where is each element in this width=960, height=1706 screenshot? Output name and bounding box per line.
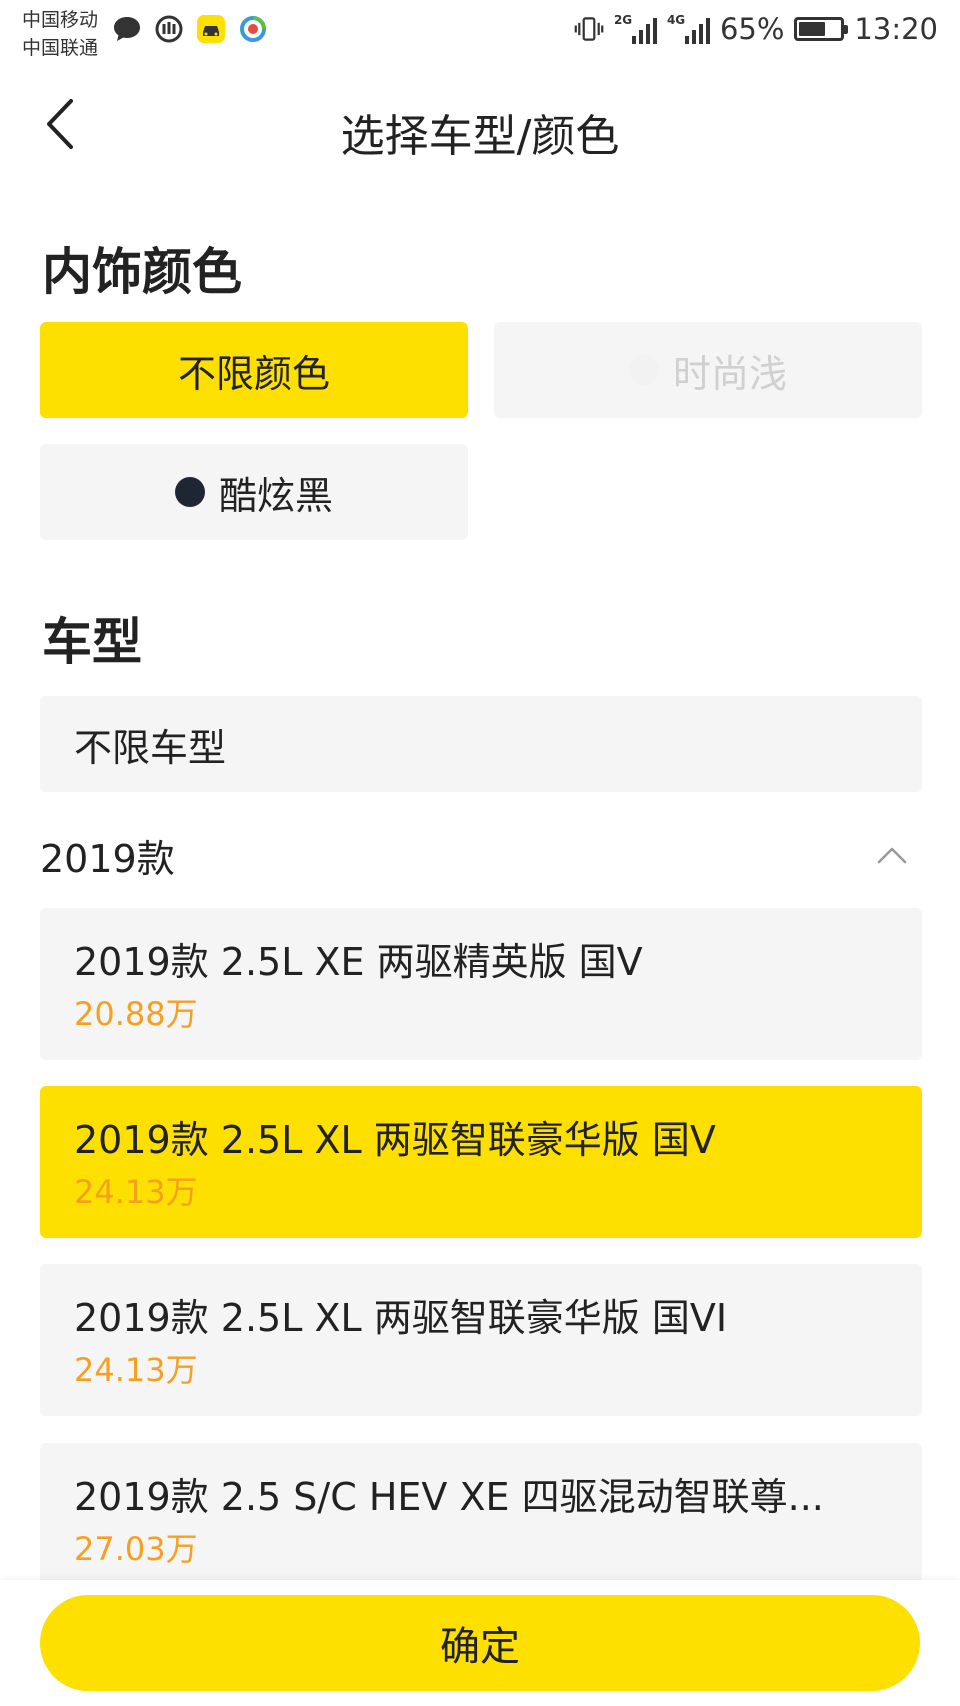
color-option-cool-black[interactable]: 酷炫黑 bbox=[40, 444, 468, 540]
battery-icon bbox=[794, 17, 849, 41]
color-swatch bbox=[628, 355, 659, 385]
nav-bar: 选择车型/颜色 bbox=[0, 80, 960, 170]
clock: 13:20 bbox=[854, 12, 938, 46]
notification-icons bbox=[112, 14, 268, 44]
battery-percent: 65% bbox=[719, 12, 785, 46]
model-section-title: 车型 bbox=[42, 613, 142, 671]
model-item[interactable]: 2019款 2.5L XE 两驱精英版 国V 20.88万 bbox=[40, 908, 922, 1060]
year-group-label: 2019款 bbox=[40, 836, 175, 881]
model-name: 2019款 2.5L XL 两驱智联豪华版 国VI bbox=[74, 1296, 728, 1340]
camera-app-icon bbox=[238, 14, 268, 44]
model-item[interactable]: 2019款 2.5L XL 两驱智联豪华版 国VI 24.13万 bbox=[40, 1264, 922, 1416]
car-app-icon bbox=[196, 14, 226, 44]
model-name: 2019款 2.5L XE 两驱精英版 国V bbox=[74, 940, 643, 984]
shield-app-icon bbox=[154, 14, 184, 44]
signal-2g-icon: 2G bbox=[614, 14, 657, 44]
color-option-any[interactable]: 不限颜色 bbox=[40, 322, 468, 418]
model-price: 24.13万 bbox=[74, 1351, 198, 1389]
color-option-fashion-light[interactable]: 时尚浅 bbox=[494, 322, 922, 418]
message-icon bbox=[112, 14, 142, 44]
color-option-label: 不限颜色 bbox=[177, 351, 330, 396]
color-option-label: 酷炫黑 bbox=[218, 473, 333, 518]
chevron-up-icon bbox=[874, 837, 910, 873]
model-item[interactable]: 2019款 2.5 S/C HEV XE 四驱混动智联尊... 27.03万 bbox=[40, 1443, 922, 1595]
system-status: 2G 4G 65% 13:20 bbox=[574, 12, 938, 46]
model-option-any-label: 不限车型 bbox=[74, 725, 227, 770]
color-swatch bbox=[174, 477, 205, 507]
page-title: 选择车型/颜色 bbox=[340, 111, 620, 162]
model-price: 24.13万 bbox=[74, 1173, 198, 1211]
model-name: 2019款 2.5 S/C HEV XE 四驱混动智联尊... bbox=[74, 1475, 824, 1519]
model-item[interactable]: 2019款 2.5L XL 两驱智联豪华版 国V 24.13万 bbox=[40, 1086, 922, 1238]
status-bar: 中国移动 中国联通 2G 4G 65% 13:20 bbox=[0, 0, 960, 70]
carrier-info: 中国移动 中国联通 bbox=[22, 6, 98, 62]
model-price: 20.88万 bbox=[74, 995, 198, 1033]
model-option-any[interactable]: 不限车型 bbox=[40, 696, 922, 792]
confirm-button[interactable]: 确定 bbox=[40, 1595, 920, 1691]
vibrate-icon bbox=[574, 14, 604, 44]
carrier-2: 中国联通 bbox=[22, 37, 99, 59]
color-option-label: 时尚浅 bbox=[672, 351, 787, 396]
model-name: 2019款 2.5L XL 两驱智联豪华版 国V bbox=[74, 1118, 716, 1162]
signal-4g-icon: 4G bbox=[667, 14, 710, 44]
year-group-header[interactable]: 2019款 bbox=[40, 820, 922, 890]
bottom-bar: 确定 bbox=[0, 1580, 960, 1706]
model-price: 27.03万 bbox=[74, 1530, 198, 1568]
interior-color-title: 内饰颜色 bbox=[42, 243, 242, 301]
carrier-1: 中国移动 bbox=[22, 9, 99, 31]
